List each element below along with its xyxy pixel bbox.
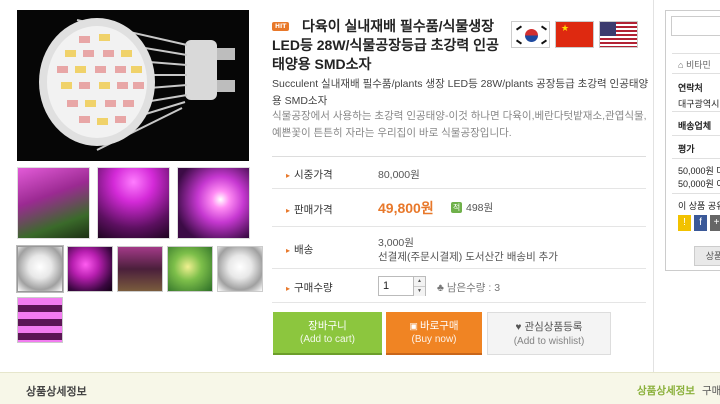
facebook-icon[interactable]: f — [694, 215, 707, 231]
gallery-image-bulb-glow[interactable] — [177, 167, 250, 239]
product-subtitle: Succulent 실내재배 필수품/plants 생장 LED등 28W/pl… — [272, 78, 649, 107]
product-spec-table: 시중가격 80,000원 판매가격 49,800원 적 498원 배송 3,00… — [272, 156, 646, 303]
product-detail-bar: 상품상세정보 상품상세정보 구매 — [0, 372, 720, 404]
list-price-label: 시중가격 — [286, 167, 333, 182]
main-product-image[interactable] — [17, 10, 249, 161]
quantity-row: 구매수량 ▲ ▼ ♣ 남은수량 : 3 — [272, 269, 646, 303]
quantity-input[interactable] — [379, 277, 413, 295]
seller-region: 대구광역시 — [678, 99, 720, 109]
language-flags: ★ — [511, 21, 638, 48]
contact-label: 연락처 — [678, 83, 703, 93]
shipping-fee: 3,000원 — [378, 237, 414, 249]
add-to-cart-button[interactable]: 장바구니 (Add to cart) — [273, 312, 382, 355]
add-to-wishlist-button[interactable]: ♥ 관심상품등록 (Add to wishlist) — [487, 312, 611, 355]
wish-label: 관심상품등록 — [524, 321, 583, 333]
stock-remaining: ♣ 남은수량 : 3 — [437, 280, 500, 295]
kakao-icon[interactable]: ! — [678, 215, 691, 231]
seller-panel: ⌂ 비타민 연락처 대구광역시 배송업체 평가 50,000원 미 50,000… — [665, 10, 720, 271]
column-divider — [653, 0, 654, 372]
korea-flag-icon[interactable] — [511, 21, 550, 48]
points-icon: 적 — [451, 202, 462, 213]
shipping-note: 선결제(주문시결제) 도서산간 배송비 추가 — [378, 251, 558, 263]
thumbnail-3[interactable] — [117, 246, 163, 292]
thumbnail-1[interactable] — [16, 245, 64, 293]
bag-icon: ▣ — [409, 321, 418, 331]
list-price-row: 시중가격 80,000원 — [272, 157, 646, 189]
cart-label: 장바구니 — [308, 320, 347, 332]
seller-panel-button[interactable]: 상품 — [694, 246, 720, 266]
points: 적 498원 — [451, 200, 493, 215]
shipping-label: 배송 — [286, 242, 313, 257]
wish-label-en: (Add to wishlist) — [513, 336, 585, 347]
heart-icon: ♥ — [515, 322, 522, 333]
points-value: 498원 — [466, 202, 494, 214]
detail-section-title: 상품상세정보 — [26, 386, 87, 398]
hit-badge: HIT — [272, 22, 290, 31]
product-description: 식물공장에서 사용하는 초강력 인공태양-이것 하나면 다육이,베란다텃밭재소,… — [272, 110, 647, 139]
tab-purchase[interactable]: 구매 — [702, 383, 720, 398]
home-icon: ⌂ — [678, 60, 686, 70]
list-price-value: 80,000원 — [378, 169, 420, 181]
tab-product-detail[interactable]: 상품상세정보 — [637, 383, 695, 398]
stock-text: 남은수량 : 3 — [446, 282, 501, 294]
thumbnail-4[interactable] — [167, 246, 213, 292]
shipping-company-label: 배송업체 — [678, 121, 712, 131]
club-icon: ♣ — [437, 282, 447, 294]
sale-price-label: 판매가격 — [286, 202, 333, 217]
shipping-row: 배송 3,000원 선결제(주문시결제) 도서산간 배송비 추가 — [272, 227, 646, 269]
shipping-rule-1: 50,000원 미 — [678, 166, 720, 176]
sale-price-value: 49,800원 — [378, 200, 434, 216]
cart-label-en: (Add to cart) — [299, 334, 356, 345]
buy-label-en: (Buy now) — [411, 334, 457, 345]
thumbnail-5[interactable] — [217, 246, 263, 292]
quantity-label: 구매수량 — [286, 280, 333, 295]
china-flag-icon[interactable]: ★ — [555, 21, 594, 48]
gallery-image-grow-room[interactable] — [17, 167, 90, 239]
share-label: 이 상품 공유 — [678, 201, 720, 211]
sale-price-row: 판매가격 49,800원 적 498원 — [272, 189, 646, 227]
thumbnail-2[interactable] — [67, 246, 113, 292]
rating-label: 평가 — [678, 144, 695, 154]
thumbnail-6[interactable] — [17, 297, 63, 343]
buy-now-button[interactable]: ▣ 바로구매 (Buy now) — [386, 312, 482, 355]
seller-search-box[interactable] — [671, 16, 720, 36]
seller-name: ⌂ 비타민 — [678, 60, 711, 70]
gallery-image-pink-light[interactable] — [97, 167, 170, 239]
quantity-down-icon[interactable]: ▼ — [414, 286, 425, 296]
quantity-stepper: ▲ ▼ — [378, 276, 426, 296]
usa-flag-icon[interactable] — [599, 21, 638, 48]
shipping-rule-2: 50,000원 이 — [678, 179, 720, 189]
share-more-icon[interactable]: + — [710, 215, 720, 231]
buy-label: 바로구매 — [419, 320, 459, 332]
product-title: 다육이 실내재배 필수품/식물생장 LED등 28W/식물공장등급 초강력 인공… — [272, 18, 499, 72]
share-icons: ! f + — [678, 215, 720, 231]
quantity-up-icon[interactable]: ▲ — [414, 277, 425, 286]
